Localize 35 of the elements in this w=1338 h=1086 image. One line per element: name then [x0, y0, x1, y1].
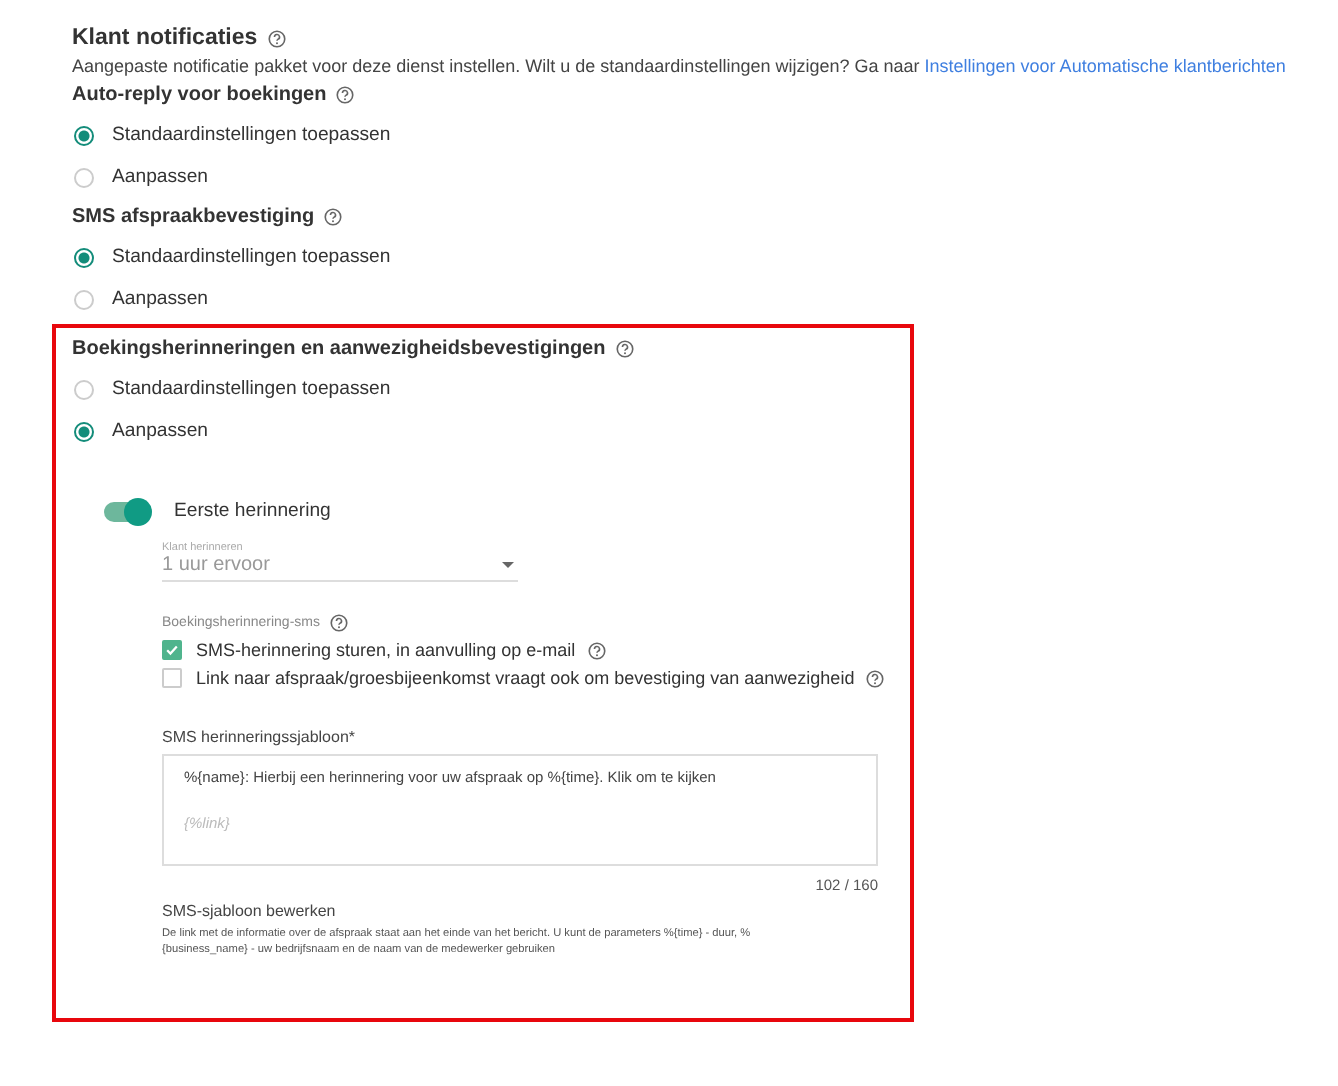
checkbox[interactable] — [162, 668, 182, 688]
radio-label: Standaardinstellingen toepassen — [112, 124, 391, 146]
checkbox[interactable] — [162, 640, 182, 660]
radio-button[interactable] — [74, 379, 94, 399]
radio-label: Standaardinstellingen toepassen — [112, 246, 391, 268]
toggle-label: Eerste herinnering — [174, 500, 331, 522]
radio-button[interactable] — [74, 125, 94, 145]
radio-label: Standaardinstellingen toepassen — [112, 378, 391, 400]
group-title: Boekingsherinneringen en aanwezigheidsbevestigingen — [72, 338, 606, 360]
help-icon[interactable] — [267, 29, 286, 47]
help-icon[interactable] — [324, 208, 343, 226]
radio-button[interactable] — [74, 421, 94, 441]
help-icon[interactable] — [866, 669, 885, 687]
radio-button[interactable] — [74, 289, 94, 309]
radio-label: Aanpassen — [112, 166, 209, 188]
help-icon[interactable] — [615, 340, 634, 358]
radio-label: Aanpassen — [112, 288, 209, 310]
radio-button[interactable] — [74, 247, 94, 267]
dropdown-value: 1 uur ervoor — [162, 554, 270, 576]
caret-icon — [502, 562, 514, 568]
checkbox-label: SMS-herinnering sturen, in aanvulling op e-mail — [196, 640, 576, 660]
help-icon[interactable] — [587, 641, 606, 659]
section-title: Klant notificaties — [72, 26, 258, 50]
radio-label: Aanpassen — [112, 420, 209, 442]
checkbox-label: Link naar afspraak/groesbijeenkomst vraagt ook om bevestiging van aanwezigheid — [196, 668, 855, 688]
toggle-switch[interactable] — [104, 501, 148, 521]
radio-button[interactable] — [74, 167, 94, 187]
settings-link[interactable]: Instellingen voor Automatische klantberichten — [924, 56, 1286, 76]
section-description: Aangepaste notificatie pakket voor deze dienst instellen. Wilt u de standaardinstellingen wijzigen? Ga naar Instellingen voor Automatische klantberichten — [72, 56, 1288, 76]
group-title: Auto-reply voor boekingen — [72, 84, 327, 106]
field-label: SMS herinneringssjabloon* — [162, 728, 357, 746]
edit-title: SMS-sjabloon bewerken — [162, 902, 338, 920]
group-title: SMS afspraakbevestiging — [72, 206, 315, 228]
help-icon[interactable] — [329, 614, 348, 632]
help-icon[interactable] — [336, 86, 355, 104]
